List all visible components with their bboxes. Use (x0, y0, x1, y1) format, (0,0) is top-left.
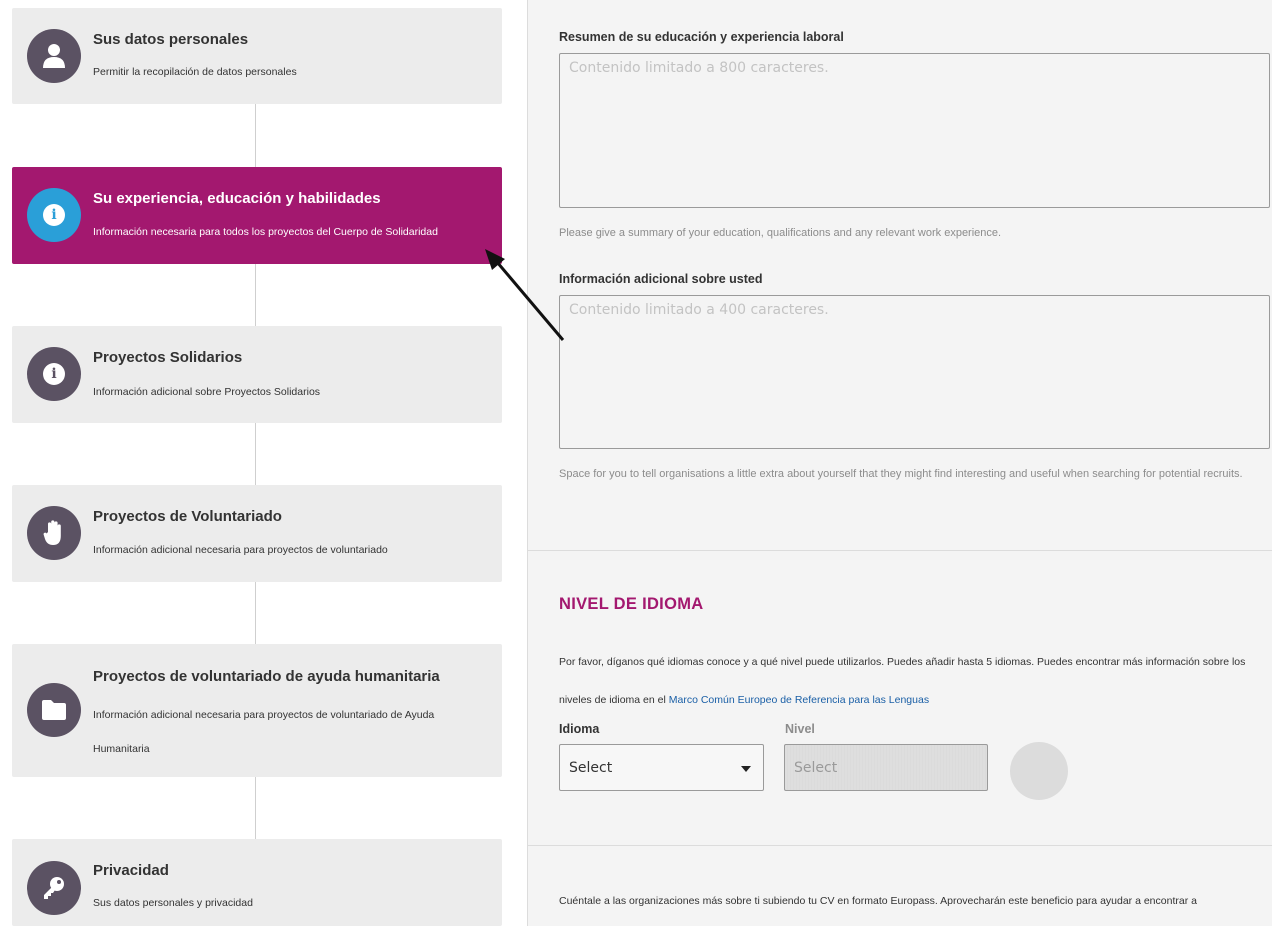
step-connector (255, 104, 256, 167)
additional-info-label: Información adicional sobre usted (559, 272, 763, 286)
step-personal-data[interactable]: Sus datos personales Permitir la recopil… (12, 8, 502, 104)
language-section-title: NIVEL DE IDIOMA (559, 595, 704, 613)
language-intro: Por favor, díganos qué idiomas conoce y … (559, 656, 1246, 706)
info-icon: i (27, 188, 81, 242)
section-divider (528, 550, 1272, 551)
step-title: Proyectos Solidarios (93, 349, 243, 366)
step-experience[interactable]: i Su experiencia, educación y habilidade… (12, 167, 502, 264)
language-label: Idioma (559, 722, 600, 736)
section-divider (528, 845, 1272, 846)
step-title: Proyectos de voluntariado de ayuda human… (93, 668, 440, 685)
language-select[interactable]: Select (559, 744, 764, 791)
cefr-link[interactable]: Marco Común Europeo de Referencia para l… (669, 694, 929, 706)
folder-icon (27, 683, 81, 737)
additional-info-textarea[interactable]: Contenido limitado a 400 caracteres. (559, 295, 1270, 449)
step-title: Sus datos personales (93, 31, 249, 48)
step-connector (255, 264, 256, 326)
step-description: Información adicional necesaria para pro… (93, 709, 435, 755)
form-panel: Resumen de su educación y experiencia la… (528, 0, 1272, 926)
step-connector (255, 582, 256, 644)
summary-label: Resumen de su educación y experiencia la… (559, 30, 844, 44)
step-title: Proyectos de Voluntariado (93, 508, 282, 525)
step-privacy[interactable]: Privacidad Sus datos personales y privac… (12, 839, 502, 926)
step-description: Sus datos personales y privacidad (93, 897, 253, 909)
info-icon: i (27, 347, 81, 401)
additional-info-help-text: Space for you to tell organisations a li… (559, 468, 1243, 480)
step-humanitarian-aid[interactable]: Proyectos de voluntariado de ayuda human… (12, 644, 502, 777)
add-language-button[interactable] (1010, 742, 1068, 800)
user-icon (27, 29, 81, 83)
level-select: Select (784, 744, 988, 791)
key-icon (27, 861, 81, 915)
hand-icon (27, 506, 81, 560)
step-volunteering-projects[interactable]: Proyectos de Voluntariado Información ad… (12, 485, 502, 582)
step-connector (255, 423, 256, 485)
step-description: Permitir la recopilación de datos person… (93, 66, 297, 78)
step-title: Su experiencia, educación y habilidades (93, 190, 381, 207)
step-description: Información necesaria para todos los pro… (93, 226, 438, 238)
step-solidarity-projects[interactable]: i Proyectos Solidarios Información adici… (12, 326, 502, 423)
europass-text: Cuéntale a las organizaciones más sobre … (559, 895, 1197, 907)
level-label: Nivel (785, 722, 815, 736)
step-connector (255, 777, 256, 839)
stepper-panel: Sus datos personales Permitir la recopil… (0, 0, 528, 926)
step-title: Privacidad (93, 862, 169, 879)
step-description: Información adicional sobre Proyectos So… (93, 386, 321, 398)
summary-help-text: Please give a summary of your education,… (559, 227, 1002, 239)
summary-textarea[interactable]: Contenido limitado a 800 caracteres. (559, 53, 1270, 208)
step-description: Información adicional necesaria para pro… (93, 544, 388, 556)
chevron-down-icon (741, 766, 751, 772)
